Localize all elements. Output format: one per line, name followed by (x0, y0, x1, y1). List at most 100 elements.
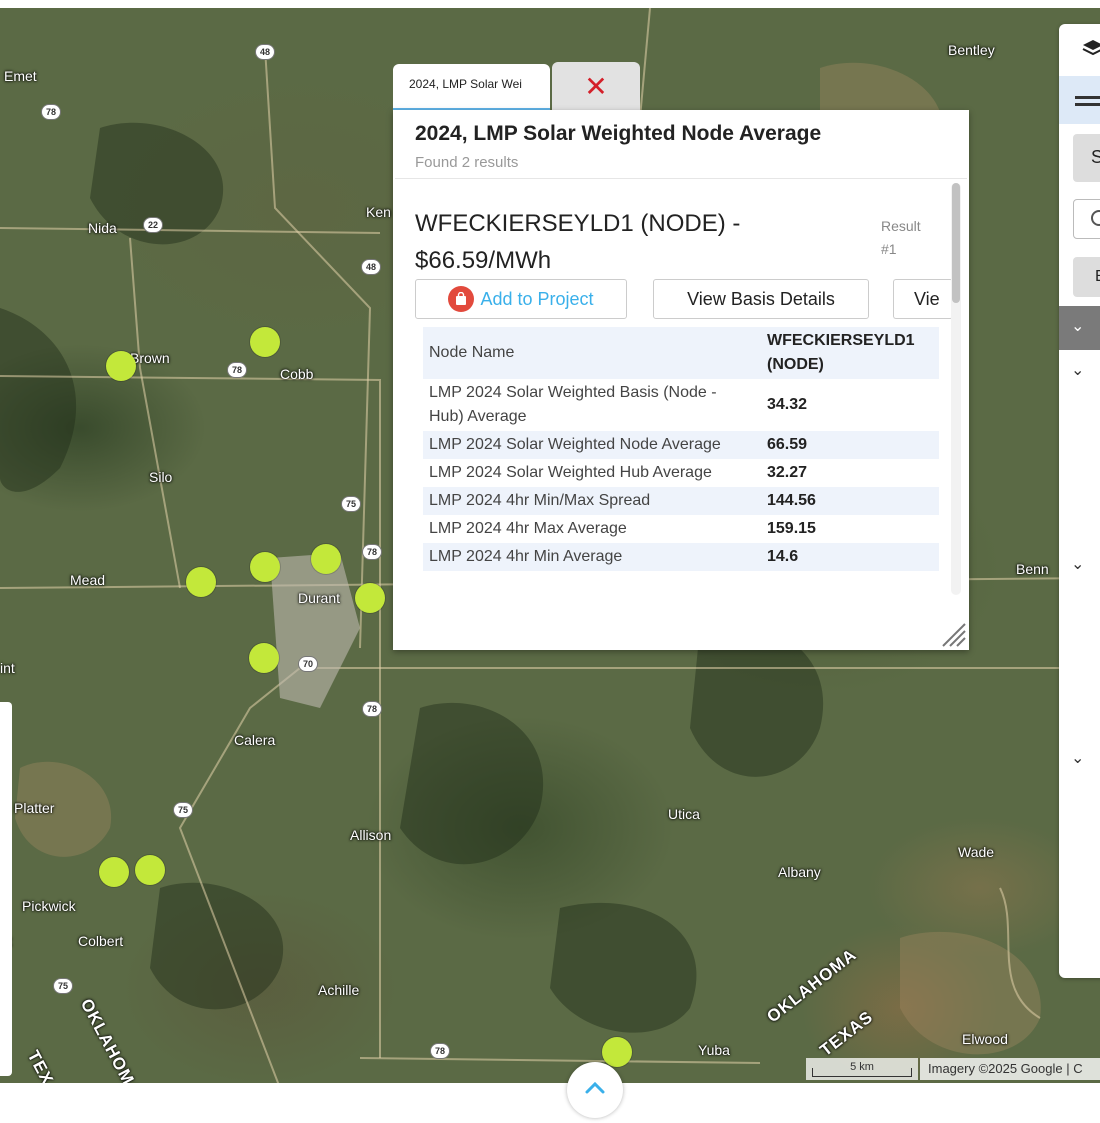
highway-shield: 48 (255, 44, 275, 60)
expand-panel-button[interactable] (567, 1062, 623, 1118)
table-row: LMP 2024 4hr Max Average 159.15 (423, 515, 939, 543)
row-label: Node Name (423, 327, 761, 379)
row-value: 66.59 (761, 431, 939, 459)
row-value: 34.32 (767, 396, 808, 413)
view-more-button[interactable]: Vie (893, 279, 953, 319)
table-row: Node Name WFECKIERSEYLD1 (NODE) (423, 327, 939, 379)
chevron-down-icon: ⌄ (1071, 318, 1085, 335)
place-label: Emet (4, 68, 37, 84)
highway-shield: 48 (361, 259, 381, 275)
place-label: Wade (958, 844, 995, 860)
place-label: Calera (234, 732, 276, 748)
highway-shield: 78 (362, 544, 382, 560)
row-label: LMP 2024 Solar Weighted Basis (Node - Hu… (429, 384, 717, 425)
node-attributes-table: Node Name WFECKIERSEYLD1 (NODE) LMP 2024… (423, 327, 939, 571)
popup-tab-results[interactable]: 2024, LMP Solar Wei (393, 64, 550, 110)
row-label: LMP 2024 Solar Weighted Hub Average (429, 464, 712, 481)
node-marker[interactable] (249, 643, 279, 673)
place-label: Colbert (78, 933, 124, 949)
panel-button-s[interactable]: S (1059, 134, 1100, 184)
highway-shield: 78 (430, 1043, 450, 1059)
table-row: LMP 2024 4hr Min Average 14.6 (423, 543, 939, 571)
place-label: Mead (70, 572, 106, 588)
row-value: 159.15 (767, 520, 816, 537)
place-label: Durant (298, 590, 341, 606)
result-number: Result #1 (881, 215, 921, 261)
place-label: Silo (149, 469, 173, 485)
panel-button-e[interactable]: E (1059, 257, 1100, 299)
place-label: Elwood (962, 1031, 1008, 1047)
map-attribution: Imagery ©2025 Google | C (920, 1058, 1100, 1080)
place-label: Achille (318, 982, 360, 998)
add-to-project-button[interactable]: Add to Project (415, 279, 627, 319)
place-label: Nida (88, 220, 117, 236)
right-side-panel: S E ⌄ ⌄ ⌄ ⌄ (1059, 24, 1100, 978)
row-value: 144.56 (761, 487, 939, 515)
row-label: LMP 2024 Solar Weighted Node Average (423, 431, 761, 459)
node-marker[interactable] (250, 327, 280, 357)
result-number-index: #1 (881, 241, 897, 257)
place-label: Albany (778, 864, 821, 880)
popup-result-count: Found 2 results (415, 154, 519, 171)
table-row: LMP 2024 Solar Weighted Basis (Node - Hu… (423, 379, 939, 431)
close-icon[interactable]: ✕ (552, 62, 640, 110)
node-marker[interactable] (99, 857, 129, 887)
results-popup: 2024, LMP Solar Weighted Node Average Fo… (393, 110, 969, 650)
left-panel-edge[interactable] (0, 702, 12, 1076)
search-icon (1091, 210, 1100, 226)
highway-shield: 78 (41, 104, 61, 120)
highway-shield: 75 (53, 978, 73, 994)
vertical-scrollbar[interactable] (951, 183, 961, 595)
vertical-scroll-thumb[interactable] (952, 183, 960, 303)
layers-icon[interactable] (1059, 34, 1100, 64)
popup-title: 2024, LMP Solar Weighted Node Average (415, 122, 822, 145)
row-label: LMP 2024 4hr Max Average (429, 520, 627, 537)
chevron-up-icon (585, 1081, 605, 1094)
row-value: 14.6 (761, 543, 939, 571)
row-label: LMP 2024 4hr Min Average (423, 543, 761, 571)
highway-shield: 78 (227, 362, 247, 378)
place-label: Ken (366, 204, 391, 220)
place-label: Bentley (948, 42, 995, 58)
add-to-project-label: Add to Project (480, 288, 594, 309)
row-value: WFECKIERSEYLD1 (NODE) (761, 327, 939, 379)
panel-search-input[interactable] (1059, 199, 1100, 239)
chevron-down-icon[interactable]: ⌄ (1071, 748, 1084, 768)
resize-handle-icon[interactable] (937, 618, 967, 648)
node-marker[interactable] (250, 552, 280, 582)
menu-icon[interactable] (1059, 76, 1100, 124)
result-heading-node: WFECKIERSEYLD1 (NODE) - (415, 210, 741, 237)
table-row: LMP 2024 4hr Min/Max Spread 144.56 (423, 487, 939, 515)
chevron-down-icon[interactable]: ⌄ (1071, 554, 1084, 574)
view-basis-details-button[interactable]: View Basis Details (653, 279, 869, 319)
result-heading: WFECKIERSEYLD1 (NODE) - $66.59/MWh (415, 205, 865, 279)
panel-button-s-label: S (1073, 134, 1100, 182)
place-label: Benn (1016, 561, 1049, 577)
node-marker[interactable] (355, 583, 385, 613)
place-label: Utica (668, 806, 700, 822)
highway-shield: 75 (341, 496, 361, 512)
result-number-label: Result (881, 218, 921, 234)
place-label: Pickwick (22, 898, 76, 914)
place-label: Yuba (698, 1042, 730, 1058)
panel-button-e-label: E (1073, 257, 1100, 297)
table-row: LMP 2024 Solar Weighted Node Average 66.… (423, 431, 939, 459)
table-row: LMP 2024 Solar Weighted Hub Average 32.2… (423, 459, 939, 487)
place-label: Platter (14, 800, 55, 816)
node-marker[interactable] (135, 855, 165, 885)
highway-shield: 22 (143, 217, 163, 233)
highway-shield: 78 (362, 701, 382, 717)
panel-section-header[interactable]: ⌄ (1059, 306, 1100, 350)
place-label: Brown (130, 350, 170, 366)
node-marker[interactable] (311, 544, 341, 574)
bottom-strip (0, 1083, 1100, 1100)
highway-shield: 70 (298, 656, 318, 672)
chevron-down-icon[interactable]: ⌄ (1071, 360, 1084, 380)
row-label: LMP 2024 4hr Min/Max Spread (423, 487, 761, 515)
place-label: Cobb (280, 366, 314, 382)
place-label: int (0, 660, 15, 676)
result-heading-price: $66.59/MWh (415, 247, 552, 274)
node-marker[interactable] (106, 351, 136, 381)
node-marker[interactable] (186, 567, 216, 597)
row-value: 32.27 (767, 464, 808, 481)
